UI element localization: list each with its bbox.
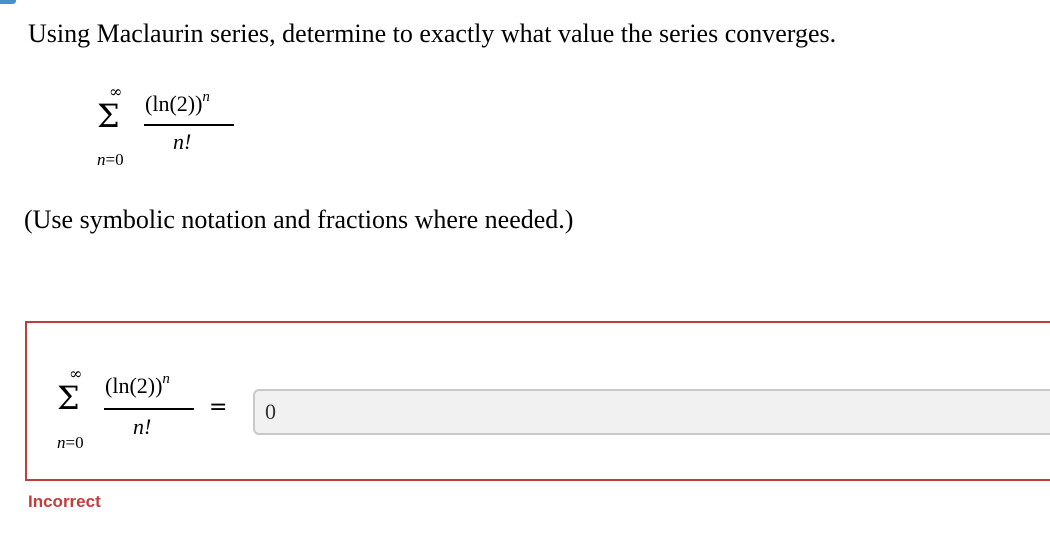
feedback-incorrect: Incorrect [28,492,101,511]
sigma-symbol: Σ [57,379,80,417]
series-numerator: (ln(2))n [145,89,210,116]
sigma-symbol: Σ [97,97,120,135]
answer-series: ∞ Σ n=0 (ln(2))n n! [57,364,207,459]
fraction-bar [144,124,234,126]
question-series: ∞ Σ n=0 (ln(2))n n! [97,82,257,177]
series-denominator: n! [173,129,192,154]
sum-lower-limit: n=0 [57,433,84,452]
corner-accent [0,0,16,4]
sum-lower-limit: n=0 [97,150,124,169]
question-prompt: Using Maclaurin series, determine to exa… [28,19,837,48]
fraction-bar [104,408,194,410]
answer-input[interactable] [253,389,1050,435]
series-numerator: (ln(2))n [105,371,170,398]
instruction-note: (Use symbolic notation and fractions whe… [24,205,574,234]
series-denominator: n! [133,414,152,439]
equals-sign: = [209,395,228,420]
